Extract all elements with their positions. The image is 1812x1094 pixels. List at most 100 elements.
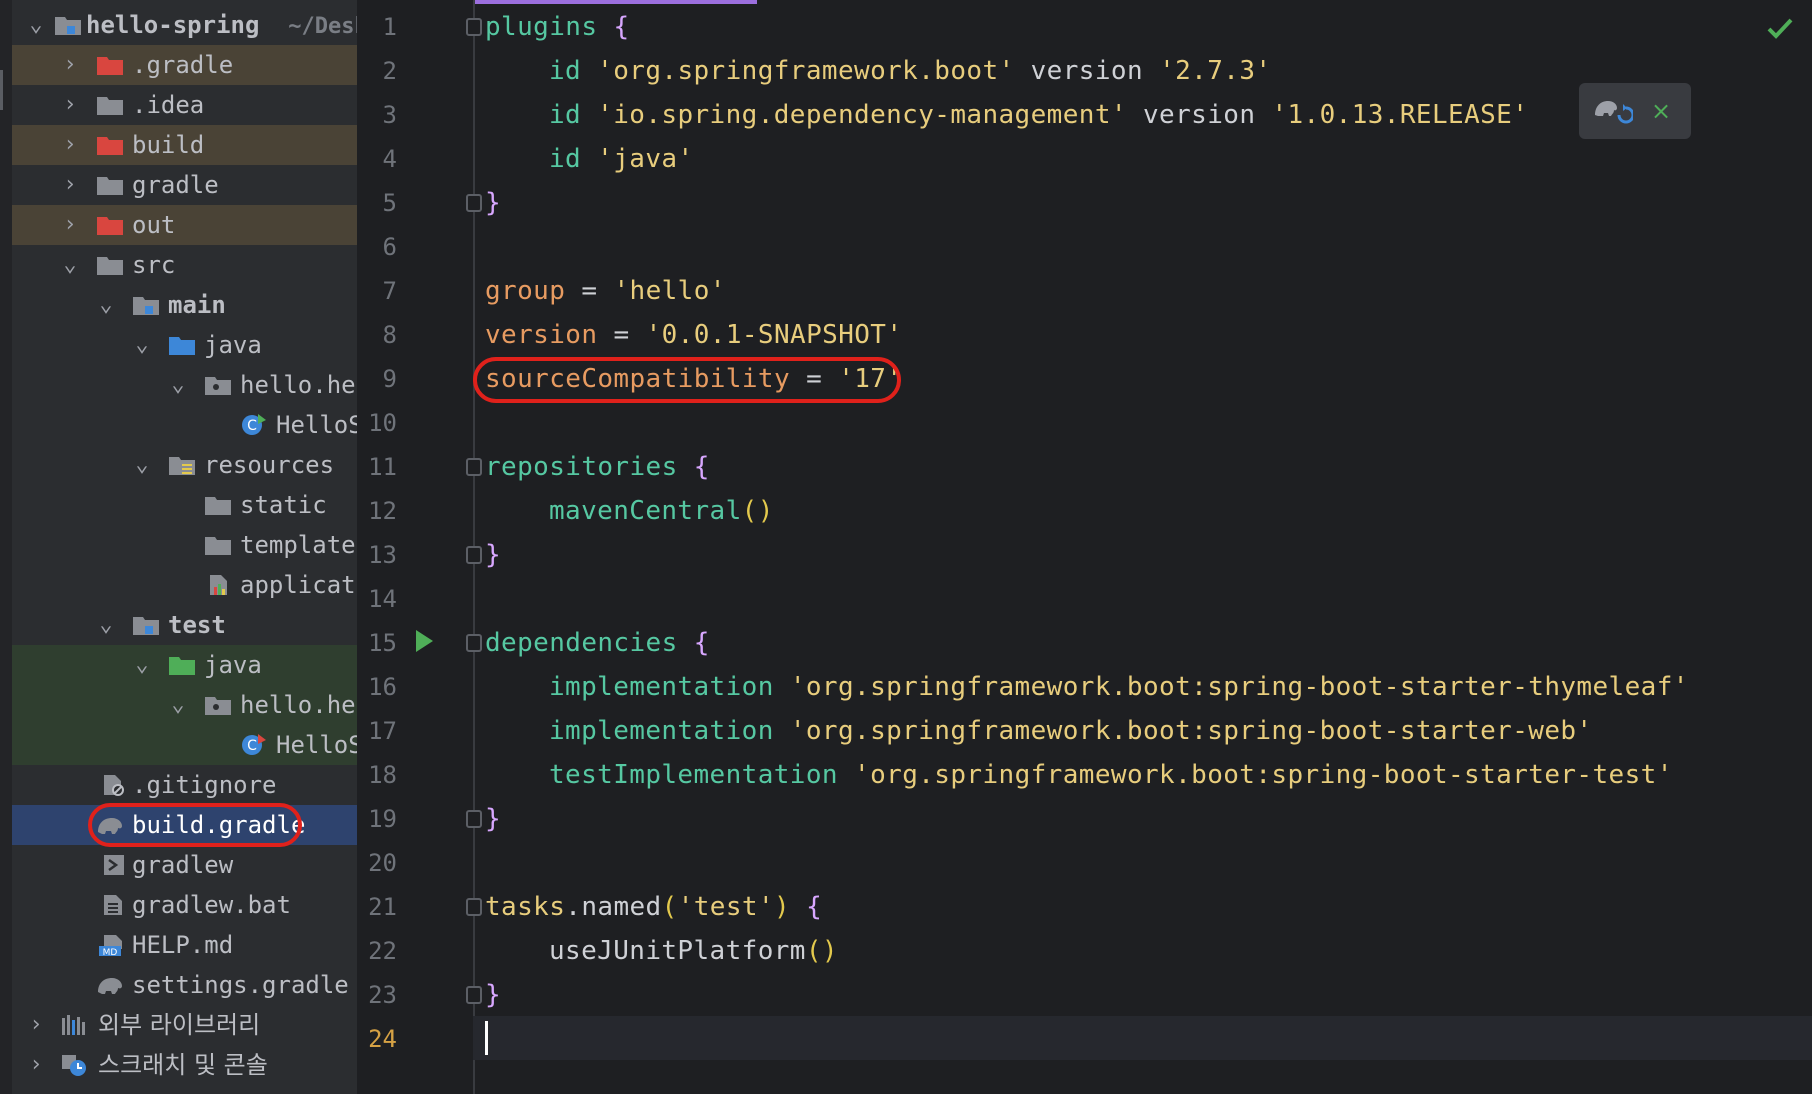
code-editor[interactable]: plugins { id 'org.springframework.boot' …: [473, 0, 1812, 1094]
chevron-right-icon[interactable]: ›: [58, 125, 82, 165]
chevron-right-icon[interactable]: ›: [24, 1045, 48, 1085]
tree-item-templates[interactable]: templates: [12, 525, 357, 565]
scratches-icon: [62, 1055, 86, 1076]
chevron-down-icon[interactable]: ⌄: [94, 605, 118, 645]
annotation-ring-build-gradle: [88, 803, 302, 847]
tree-item-label: hello.hel: [240, 371, 357, 399]
line-number: 22: [368, 937, 397, 965]
tree-item-label: hello.hel: [240, 691, 357, 719]
folder-icon: [97, 97, 123, 115]
folder-icon: [205, 537, 231, 555]
tree-item-build[interactable]: › build: [12, 125, 357, 165]
tree-item-help-md[interactable]: MD HELP.md: [12, 925, 357, 965]
tree-item-main-java[interactable]: ⌄ java: [12, 325, 357, 365]
tree-item-label: gradlew: [132, 851, 234, 879]
chevron-down-icon[interactable]: ⌄: [166, 365, 190, 405]
text-caret: [485, 1021, 488, 1055]
tree-item-gradle-folder[interactable]: › gradle: [12, 165, 357, 205]
tree-item-label: java: [204, 331, 262, 359]
run-icon[interactable]: [416, 630, 433, 652]
tree-item-test[interactable]: ⌄ test: [12, 605, 357, 645]
tree-item-gitignore[interactable]: .gitignore: [12, 765, 357, 805]
chevron-down-icon[interactable]: ⌄: [130, 445, 154, 485]
code-line-18: testImplementation 'org.springframework.…: [549, 760, 1673, 790]
tree-item-resources[interactable]: ⌄ resources: [12, 445, 357, 485]
code-line-7: group = 'hello': [485, 276, 726, 306]
tree-item-label: settings.gradle: [132, 971, 349, 999]
code-line-17: implementation 'org.springframework.boot…: [549, 716, 1593, 746]
tree-item-label: build: [132, 131, 205, 159]
code-line-1: plugins {: [485, 12, 630, 42]
chevron-right-icon[interactable]: ›: [58, 205, 82, 245]
code-line-21: tasks.named('test') {: [485, 892, 823, 922]
package-icon: [205, 697, 231, 715]
chevron-right-icon[interactable]: ›: [24, 1005, 48, 1045]
properties-file-icon: [210, 575, 227, 595]
chevron-right-icon[interactable]: ›: [58, 45, 82, 85]
tree-item-gradle-dir[interactable]: › .gradle: [12, 45, 357, 85]
tree-item-label: static: [240, 491, 327, 519]
line-number: 6: [382, 233, 397, 261]
tree-item-settings-gradle[interactable]: settings.gradle: [12, 965, 357, 1005]
source-set-folder-icon: [133, 617, 159, 635]
tree-item-gradlew-bat[interactable]: gradlew.bat: [12, 885, 357, 925]
tree-item-src[interactable]: ⌄ src: [12, 245, 357, 285]
project-tree-panel: ⌄ hello-spring ~/Desk › .gradle › .idea …: [0, 0, 357, 1094]
tree-item-external-libraries[interactable]: › 외부 라이브러리: [12, 1005, 357, 1045]
tree-item-main-package[interactable]: ⌄ hello.hel: [12, 365, 357, 405]
tree-item-test-class[interactable]: C HelloS: [12, 725, 357, 765]
tree-item-gradlew[interactable]: gradlew: [12, 845, 357, 885]
libraries-icon: [62, 1015, 85, 1035]
line-number: 20: [368, 849, 397, 877]
line-number: 19: [368, 805, 397, 833]
tree-item-out[interactable]: › out: [12, 205, 357, 245]
tree-item-label: .gradle: [132, 51, 234, 79]
tree-item-label: .idea: [132, 91, 205, 119]
tree-item-idea[interactable]: › .idea: [12, 85, 357, 125]
folder-icon: [97, 177, 123, 195]
test-class-icon: C: [242, 734, 266, 755]
tree-item-label: HELP.md: [132, 931, 234, 959]
chevron-down-icon[interactable]: ⌄: [130, 645, 154, 685]
tree-item-main[interactable]: ⌄ main: [12, 285, 357, 325]
close-icon[interactable]: ×: [1645, 93, 1677, 129]
gradle-reload-icon[interactable]: [1593, 93, 1633, 129]
tree-item-application-properties[interactable]: applicati: [12, 565, 357, 605]
chevron-down-icon[interactable]: ⌄: [24, 5, 48, 45]
code-line-19: }: [485, 804, 502, 834]
source-folder-icon: [169, 337, 195, 355]
source-set-folder-icon: [133, 297, 159, 315]
chevron-down-icon[interactable]: ⌄: [58, 245, 82, 285]
tree-item-label: HelloS: [276, 411, 357, 439]
line-number: 12: [368, 497, 397, 525]
tree-item-label: java: [204, 651, 262, 679]
markdown-file-icon: MD: [99, 935, 122, 956]
tree-item-test-package[interactable]: ⌄ hello.hel: [12, 685, 357, 725]
tree-item-main-class[interactable]: C HelloS: [12, 405, 357, 445]
tree-item-label: test: [168, 611, 226, 639]
chevron-right-icon[interactable]: ›: [58, 85, 82, 125]
chevron-down-icon[interactable]: ⌄: [166, 685, 190, 725]
gradle-sync-popup: ×: [1579, 83, 1691, 139]
tree-item-static[interactable]: static: [12, 485, 357, 525]
svg-text:MD: MD: [103, 948, 118, 956]
tree-item-test-java[interactable]: ⌄ java: [12, 645, 357, 685]
tree-item-scratches[interactable]: › 스크래치 및 콘솔: [12, 1045, 357, 1085]
line-number-gutter: 1 2 3 4 5 6 7 8 9 10 11 12 13 14 15 16 1…: [357, 0, 482, 1094]
tree-item-label: HelloS: [276, 731, 357, 759]
code-line-2: id 'org.springframework.boot' version '2…: [549, 56, 1272, 86]
line-number: 14: [368, 585, 397, 613]
code-line-22: useJUnitPlatform(): [549, 936, 838, 966]
line-number: 1: [382, 13, 397, 41]
tree-root-hello-spring[interactable]: ⌄ hello-spring ~/Desk: [12, 5, 357, 45]
gradle-elephant-icon: [98, 978, 122, 994]
shell-script-icon: [104, 855, 124, 875]
chevron-right-icon[interactable]: ›: [58, 165, 82, 205]
chevron-down-icon[interactable]: ⌄: [94, 285, 118, 325]
module-folder-icon: [55, 17, 81, 35]
line-number: 13: [368, 541, 397, 569]
line-number: 5: [382, 189, 397, 217]
line-number: 15: [368, 629, 397, 657]
project-name: hello-spring: [86, 11, 260, 39]
chevron-down-icon[interactable]: ⌄: [130, 325, 154, 365]
